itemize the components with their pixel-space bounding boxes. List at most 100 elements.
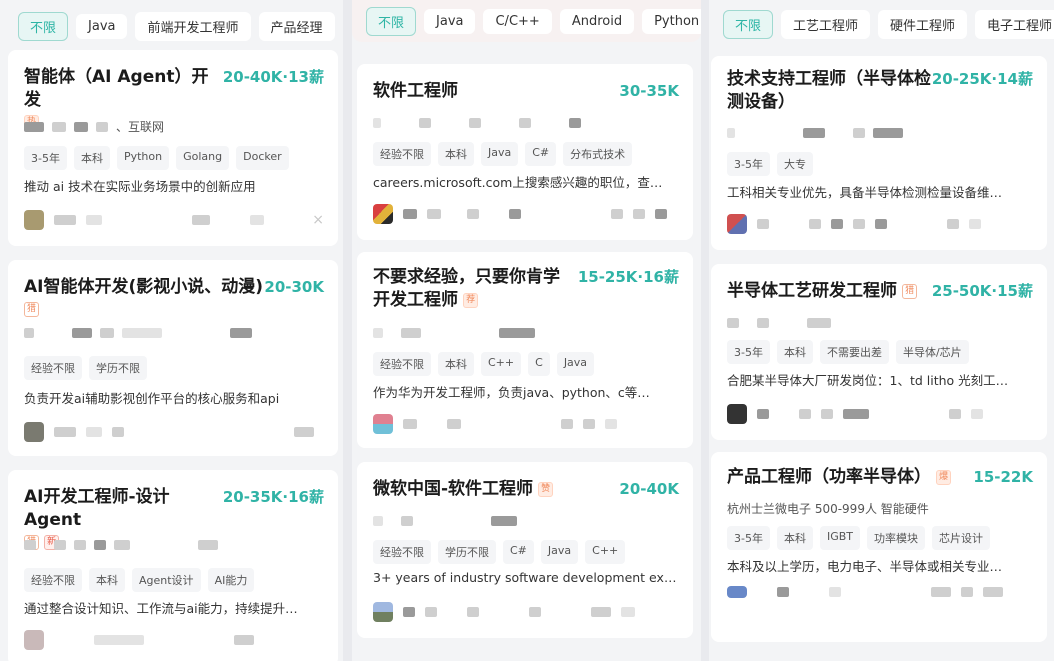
company-info [373,516,517,526]
job-card[interactable]: 智能体（AI Agent）开发 热 20-40K·13薪 、互联网 3-5年 本… [8,50,338,246]
company-info: 杭州士兰微电子 500-999人 智能硬件 [727,500,929,517]
job-tag: 本科 [776,526,813,550]
job-tag: 经验不限 [24,356,82,380]
recommend-badge: 荐 [463,293,479,308]
salary: 15-22K [973,468,1033,486]
job-tag: C# [503,540,534,564]
filter-chip[interactable]: 前端开发工程师 [135,11,251,41]
company-info [727,318,831,328]
job-title: 产品工程师（功率半导体） [727,467,931,487]
job-tag: AI能力 [207,568,255,592]
job-tag: 大专 [776,152,813,176]
job-card[interactable]: 微软中国-软件工程师 赞 20-40K 经验不限 学历不限 C# Java C+… [357,462,693,638]
job-tag: Agent设计 [132,568,201,592]
job-description: 合肥某半导体大厂研发岗位：1、td litho 光刻工… [727,373,1009,388]
job-card[interactable]: 软件工程师 30-35K 经验不限 本科 Java C# 分布式技术 caree… [357,64,693,240]
recruiter-row [24,630,324,650]
filter-bar: 不限 Java C/C++ Android Python [352,0,701,42]
company-info [373,328,535,338]
job-title: 半导体工艺研发工程师 [727,281,897,301]
job-tag: Docker [236,146,289,170]
job-description: 作为华为开发工程师，负责java、python、c等… [373,385,650,400]
job-tag: C++ [585,540,626,564]
company-info [24,328,252,338]
filter-bar: 不限 Java 前端开发工程师 产品经理 C [0,6,343,46]
job-tag: 经验不限 [24,568,82,592]
filter-chip[interactable]: 工艺工程师 [781,9,871,39]
job-tag: C++ [481,352,522,376]
recruiter-avatar [373,602,393,622]
job-tags: 经验不限 学历不限 C# Java C++ [373,540,626,564]
job-tags: 经验不限 本科 C++ C Java [373,352,595,376]
job-tag: Java [556,352,595,376]
filter-chip[interactable]: Java [76,13,128,39]
recruiter-row [373,602,679,622]
company-industry: 、互联网 [116,120,165,134]
filter-bar: 不限 工艺工程师 硬件工程师 电子工程师 [709,4,1054,44]
job-tag: 本科 [438,352,474,376]
job-column-3: 不限 工艺工程师 硬件工程师 电子工程师 技术支持工程师（半导体检测设备） 20… [709,0,1054,661]
filter-chip[interactable]: Python [642,8,701,34]
job-tag: 3-5年 [24,146,67,170]
job-tag: 经验不限 [373,540,431,564]
recruiter-avatar [373,204,393,224]
salary: 20-25K·14薪 [931,70,1033,88]
job-tag: 学历不限 [438,540,496,564]
job-tag: Python [116,146,170,170]
job-tag: 本科 [438,142,474,166]
recruiter-avatar [727,586,747,598]
recruiter-avatar [373,414,393,434]
filter-chip[interactable]: C/C++ [483,8,552,34]
job-tags: 3-5年 大专 [727,152,813,176]
job-tag: 本科 [89,568,125,592]
job-tag: 分布式技术 [563,142,633,166]
company-info-text: 杭州士兰微电子 500-999人 智能硬件 [727,502,929,516]
filter-chip[interactable]: 产品经理 [258,11,335,41]
job-card[interactable]: 半导体工艺研发工程师 猎 25-50K·15薪 3-5年 本科 不需要出差 半导… [711,264,1047,440]
job-tag: 经验不限 [373,142,431,166]
job-description: careers.microsoft.com上搜索感兴趣的职位，查… [373,175,663,190]
salary: 20-30K [264,278,324,296]
job-tag: Java [481,142,519,166]
job-title: 软件工程师 [373,81,458,101]
job-tag: 本科 [73,146,110,170]
job-column-2: 不限 Java C/C++ Android Python 软件工程师 30-35… [352,0,701,661]
job-title: AI智能体开发(影视小说、动漫) [24,277,264,297]
salary: 20-40K·13薪 [222,68,324,86]
filter-chip[interactable]: 不限 [18,11,69,41]
job-card[interactable]: 产品工程师（功率半导体） 爆 15-22K 杭州士兰微电子 500-999人 智… [711,452,1047,642]
job-card[interactable]: 技术支持工程师（半导体检测设备） 20-25K·14薪 3-5年 大专 工科相关… [711,56,1047,250]
job-tag: Java [540,540,579,564]
recruiter-avatar [727,404,747,424]
job-tags: 经验不限 本科 Java C# 分布式技术 [373,142,633,166]
filter-chip[interactable]: Android [559,8,635,34]
job-title: 微软中国-软件工程师 [373,479,534,499]
filter-chip[interactable]: 不限 [723,9,774,39]
job-card[interactable]: AI开发工程师-设计Agent 猎 新 20-35K·16薪 经验不限 本科 A… [8,470,338,661]
company-info: 、互联网 [24,118,164,135]
job-tag: Golang [176,146,230,170]
job-description: 通过整合设计知识、工作流与ai能力，持续提升… [24,601,298,616]
headhunter-badge: 猎 [24,302,40,317]
job-tags: 经验不限 本科 Agent设计 AI能力 [24,568,255,592]
praise-badge: 赞 [538,482,554,497]
filter-chip[interactable]: Java [424,8,476,34]
filter-chip[interactable]: 硬件工程师 [878,9,968,39]
job-tag: 不需要出差 [819,340,889,364]
recruiter-row: × [24,210,324,230]
job-tag: 3-5年 [727,152,770,176]
job-tags: 3-5年 本科 不需要出差 半导体/芯片 [727,340,969,364]
company-info [727,128,903,138]
close-icon[interactable]: × [312,212,324,228]
job-card[interactable]: 不要求经验，只要你肯学开发工程师 荐 15-25K·16薪 经验不限 本科 C+… [357,252,693,448]
job-card[interactable]: AI智能体开发(影视小说、动漫) 猎 20-30K 经验不限 学历不限 负责开发… [8,260,338,456]
company-info [24,540,218,550]
job-description: 本科及以上学历，电力电子、半导体或相关专业… [727,559,1003,574]
filter-chip[interactable]: 电子工程师 [975,9,1054,39]
salary: 30-35K [619,82,679,100]
job-description: 负责开发ai辅助影视创作平台的核心服务和api [24,391,280,406]
hot-badge: 爆 [936,470,952,485]
filter-chip[interactable]: 不限 [366,6,417,36]
recruiter-avatar [727,214,747,234]
job-tag: 半导体/芯片 [895,340,969,364]
